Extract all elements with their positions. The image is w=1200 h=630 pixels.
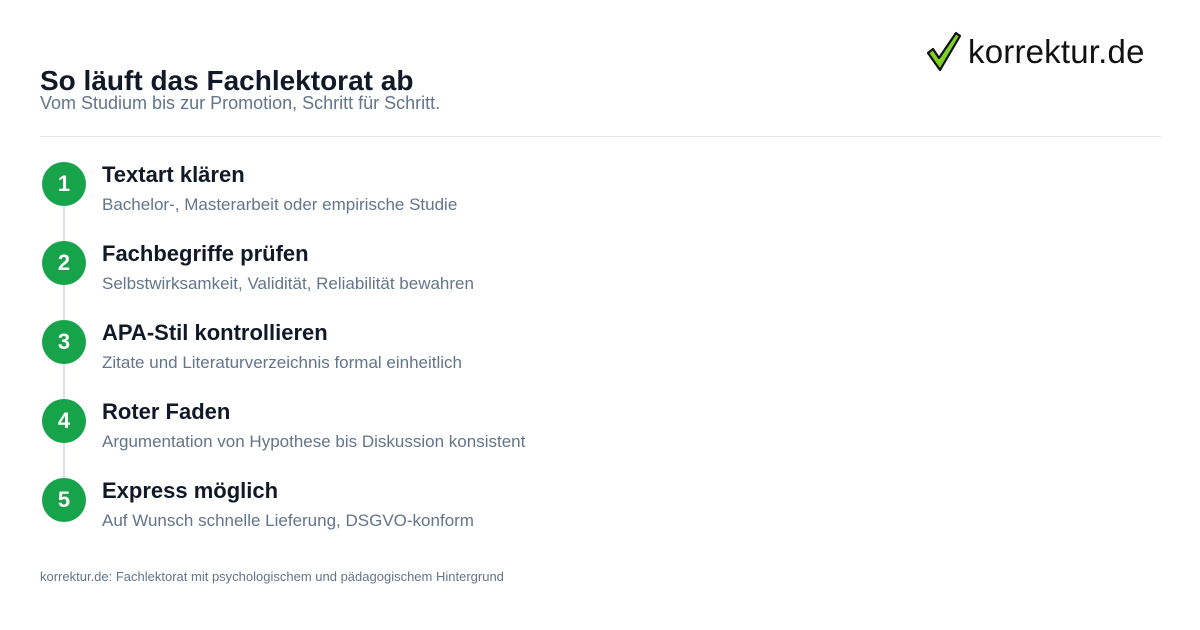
step-number-badge: 3 (42, 320, 86, 364)
step-number-badge: 2 (42, 241, 86, 285)
step-number-badge: 4 (42, 399, 86, 443)
step-number-badge: 5 (42, 478, 86, 522)
footer-note: korrektur.de: Fachlektorat mit psycholog… (40, 569, 504, 584)
step-description: Zitate und Literaturverzeichnis formal e… (102, 353, 463, 372)
step-description: Selbstwirksamkeit, Validität, Reliabilit… (102, 274, 474, 293)
step-title: APA-Stil kontrollieren (102, 320, 328, 345)
step-title: Textart klären (102, 162, 245, 187)
header-divider (40, 136, 1161, 137)
page-subtitle: Vom Studium bis zur Promotion, Schritt f… (40, 93, 441, 113)
green-checkmark-icon (926, 31, 962, 72)
step-number-badge: 1 (42, 162, 86, 206)
brand-logo[interactable]: korrektur.de (926, 30, 1145, 74)
step-title: Express möglich (102, 478, 279, 503)
step-item: 3 APA-Stil kontrollieren Zitate und Lite… (40, 320, 740, 380)
step-description: Argumentation von Hypothese bis Diskussi… (102, 432, 526, 451)
step-description: Auf Wunsch schnelle Lieferung, DSGVO-kon… (102, 511, 474, 530)
step-item: 5 Express möglich Auf Wunsch schnelle Li… (40, 478, 740, 538)
step-title: Fachbegriffe prüfen (102, 241, 309, 266)
step-item: 4 Roter Faden Argumentation von Hypothes… (40, 399, 740, 459)
step-description: Bachelor-, Masterarbeit oder empirische … (102, 195, 458, 214)
brand-logo-text: korrektur.de (968, 33, 1145, 70)
step-title: Roter Faden (102, 399, 231, 424)
step-item: 2 Fachbegriffe prüfen Selbstwirksamkeit,… (40, 241, 740, 301)
step-item: 1 Textart klären Bachelor-, Masterarbeit… (40, 162, 740, 222)
